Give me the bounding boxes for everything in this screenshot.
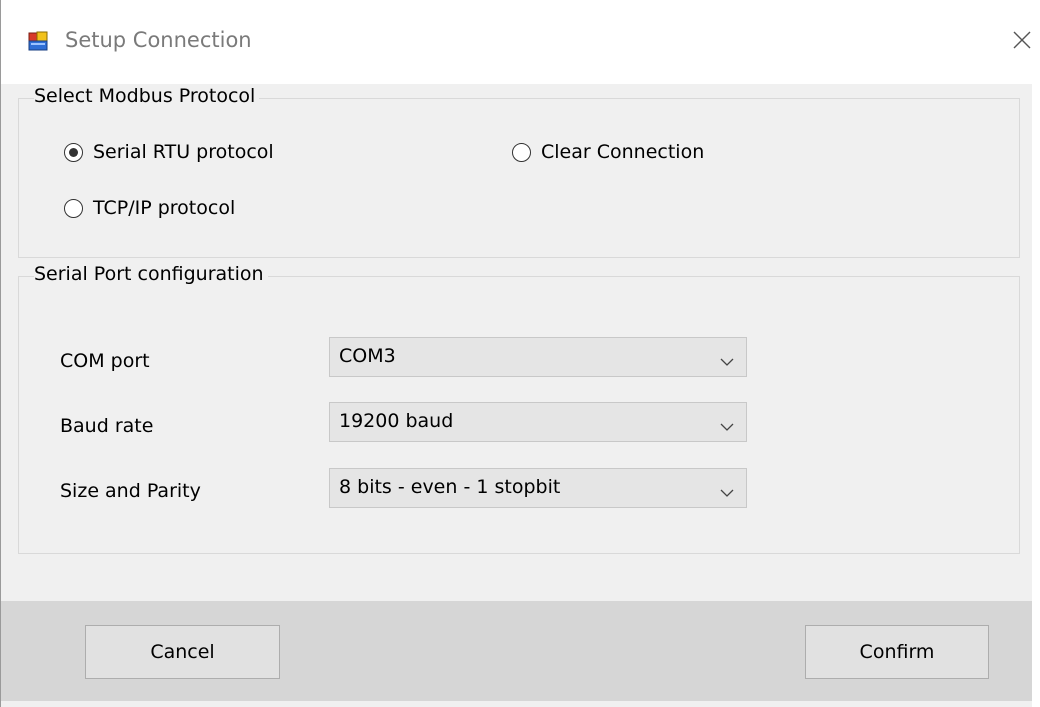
- com-port-select[interactable]: COM3: [329, 337, 747, 377]
- size-parity-label: Size and Parity: [60, 480, 201, 502]
- chevron-down-icon: [720, 483, 734, 497]
- radio-label: Serial RTU protocol: [93, 141, 274, 163]
- title-bar: Setup Connection: [1, 0, 1032, 84]
- protocol-groupbox: [18, 98, 1020, 258]
- com-port-label: COM port: [60, 350, 150, 372]
- radio-label: TCP/IP protocol: [93, 197, 236, 219]
- radio-label: Clear Connection: [541, 141, 705, 163]
- app-window-icon: [28, 31, 48, 51]
- baud-rate-select[interactable]: 19200 baud: [329, 402, 747, 442]
- radio-tcp-ip[interactable]: TCP/IP protocol: [64, 195, 235, 221]
- chevron-down-icon: [720, 352, 734, 366]
- radio-serial-rtu[interactable]: Serial RTU protocol: [64, 139, 274, 165]
- serial-group-caption: Serial Port configuration: [34, 263, 268, 285]
- com-port-value: COM3: [339, 345, 396, 367]
- cancel-button[interactable]: Cancel: [85, 625, 280, 679]
- baud-rate-value: 19200 baud: [339, 410, 454, 432]
- protocol-group-caption: Select Modbus Protocol: [34, 85, 260, 107]
- chevron-down-icon: [720, 417, 734, 431]
- window-title: Setup Connection: [65, 28, 252, 52]
- size-parity-value: 8 bits - even - 1 stopbit: [339, 476, 561, 498]
- radio-unselected-icon: [512, 142, 531, 162]
- baud-rate-label: Baud rate: [60, 415, 154, 437]
- confirm-button[interactable]: Confirm: [805, 625, 989, 679]
- size-parity-select[interactable]: 8 bits - even - 1 stopbit: [329, 468, 747, 508]
- radio-clear-connection[interactable]: Clear Connection: [512, 139, 704, 165]
- radio-unselected-icon: [64, 198, 83, 218]
- radio-selected-icon: [64, 142, 83, 162]
- setup-connection-window: Setup Connection Select Modbus Protocol …: [0, 0, 1032, 707]
- close-icon[interactable]: [1007, 25, 1037, 55]
